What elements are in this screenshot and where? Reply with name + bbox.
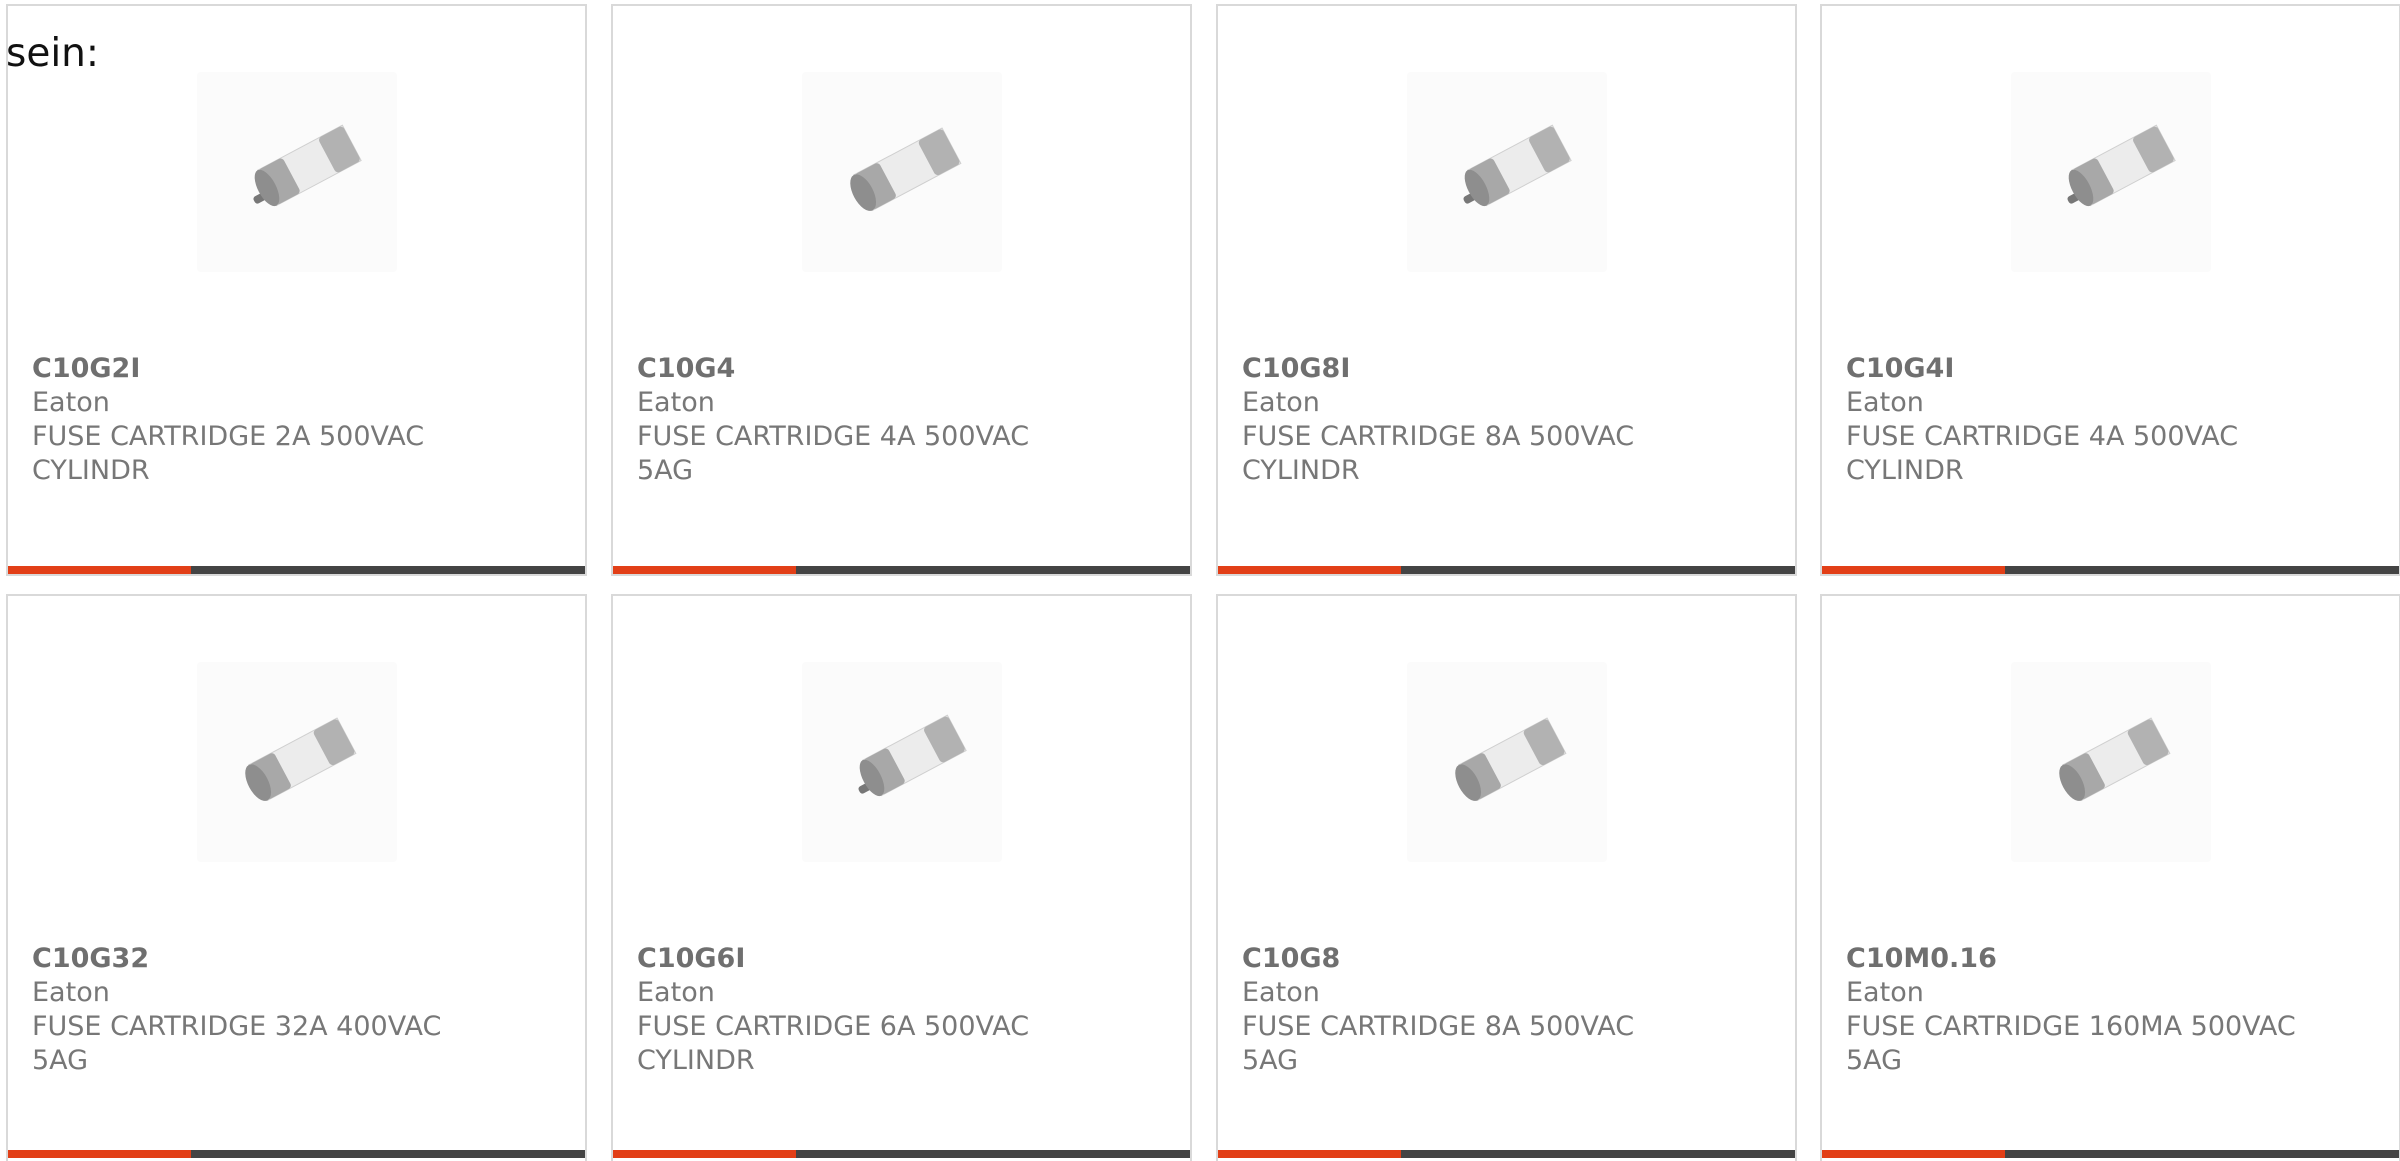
fuse-cartridge-with-pin-icon <box>252 124 362 207</box>
product-part-number[interactable]: C10M0.16 <box>1846 942 2375 976</box>
product-card[interactable]: C10M0.16 Eaton FUSE CARTRIDGE 160MA 500V… <box>1820 594 2400 1161</box>
product-description-line1: FUSE CARTRIDGE 4A 500VAC <box>637 421 1030 452</box>
product-description-line2: 5AG <box>1242 1045 1299 1076</box>
card-footer-accent <box>8 1150 191 1158</box>
product-description-line2: CYLINDR <box>637 1045 755 1076</box>
card-footer-bar <box>1822 566 2399 574</box>
product-description-line1: FUSE CARTRIDGE 2A 500VAC <box>32 421 425 452</box>
card-footer-accent <box>613 566 796 574</box>
product-description-line1: FUSE CARTRIDGE 160MA 500VAC <box>1846 1011 2296 1042</box>
product-card[interactable]: C10G6I Eaton FUSE CARTRIDGE 6A 500VAC CY… <box>611 594 1192 1161</box>
fuse-cartridge-icon <box>849 127 962 211</box>
product-card[interactable]: C10G8 Eaton FUSE CARTRIDGE 8A 500VAC 5AG <box>1216 594 1797 1161</box>
fuse-cartridge-with-pin-icon <box>2066 124 2176 207</box>
product-part-number[interactable]: C10G4I <box>1846 352 2375 386</box>
fuse-cartridge-with-pin-icon <box>857 714 967 797</box>
product-manufacturer: Eaton <box>1242 977 1320 1008</box>
card-footer-bar <box>613 566 1190 574</box>
product-card[interactable]: C10G32 Eaton FUSE CARTRIDGE 32A 400VAC 5… <box>6 594 587 1161</box>
card-footer-accent <box>613 1150 796 1158</box>
product-description-line2: 5AG <box>32 1045 89 1076</box>
product-manufacturer: Eaton <box>32 387 110 418</box>
product-image[interactable] <box>2010 662 2211 862</box>
page: C10G2I Eaton FUSE CARTRIDGE 2A 500VAC CY… <box>0 0 2400 1161</box>
card-footer-bar <box>1218 1150 1795 1158</box>
product-description-line2: 5AG <box>1846 1045 1903 1076</box>
card-footer-bar <box>8 1150 585 1158</box>
product-part-number[interactable]: C10G4 <box>637 352 1166 386</box>
product-card[interactable]: C10G4I Eaton FUSE CARTRIDGE 4A 500VAC CY… <box>1820 4 2400 576</box>
product-image[interactable] <box>196 662 397 862</box>
card-footer-bar <box>1822 1150 2399 1158</box>
product-manufacturer: Eaton <box>1242 387 1320 418</box>
fuse-cartridge-icon <box>2058 717 2171 801</box>
product-description-line2: CYLINDR <box>1846 455 1964 486</box>
product-image[interactable] <box>1406 72 1607 272</box>
product-manufacturer: Eaton <box>1846 387 1924 418</box>
product-description-line1: FUSE CARTRIDGE 8A 500VAC <box>1242 1011 1635 1042</box>
product-part-number[interactable]: C10G32 <box>32 942 561 976</box>
product-image[interactable] <box>2010 72 2211 272</box>
product-description-line1: FUSE CARTRIDGE 8A 500VAC <box>1242 421 1635 452</box>
product-image[interactable] <box>801 662 1002 862</box>
card-footer-accent <box>1822 1150 2005 1158</box>
product-card[interactable]: C10G2I Eaton FUSE CARTRIDGE 2A 500VAC CY… <box>6 4 587 576</box>
product-manufacturer: Eaton <box>637 387 715 418</box>
product-manufacturer: Eaton <box>637 977 715 1008</box>
product-image[interactable] <box>1406 662 1607 862</box>
product-part-number[interactable]: C10G8I <box>1242 352 1771 386</box>
product-image[interactable] <box>196 72 397 272</box>
card-footer-bar <box>1218 566 1795 574</box>
product-description-line1: FUSE CARTRIDGE 32A 400VAC <box>32 1011 442 1042</box>
card-footer-accent <box>1218 566 1401 574</box>
product-card[interactable]: C10G8I Eaton FUSE CARTRIDGE 8A 500VAC CY… <box>1216 4 1797 576</box>
card-footer-accent <box>1218 1150 1401 1158</box>
product-manufacturer: Eaton <box>1846 977 1924 1008</box>
product-part-number[interactable]: C10G8 <box>1242 942 1771 976</box>
product-manufacturer: Eaton <box>32 977 110 1008</box>
product-image[interactable] <box>801 72 1002 272</box>
product-part-number[interactable]: C10G6I <box>637 942 1166 976</box>
product-description-line2: CYLINDR <box>32 455 150 486</box>
card-footer-accent <box>8 566 191 574</box>
card-footer-bar <box>613 1150 1190 1158</box>
product-description-line2: 5AG <box>637 455 694 486</box>
product-description-line2: CYLINDR <box>1242 455 1360 486</box>
product-part-number[interactable]: C10G2I <box>32 352 561 386</box>
product-card[interactable]: C10G4 Eaton FUSE CARTRIDGE 4A 500VAC 5AG <box>611 4 1192 576</box>
fuse-cartridge-icon <box>244 717 357 801</box>
product-description-line1: FUSE CARTRIDGE 6A 500VAC <box>637 1011 1030 1042</box>
fuse-cartridge-icon <box>1454 717 1567 801</box>
product-description-line1: FUSE CARTRIDGE 4A 500VAC <box>1846 421 2239 452</box>
product-grid: C10G2I Eaton FUSE CARTRIDGE 2A 500VAC CY… <box>0 0 2400 1161</box>
card-footer-accent <box>1822 566 2005 574</box>
card-footer-bar <box>8 566 585 574</box>
intro-text: sein: <box>6 31 100 76</box>
fuse-cartridge-with-pin-icon <box>1462 124 1572 207</box>
